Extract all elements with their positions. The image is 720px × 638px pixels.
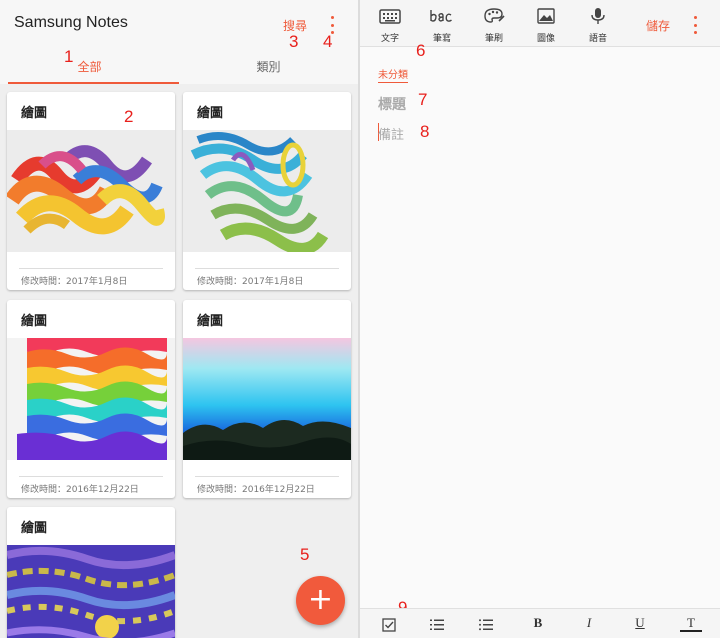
note-card[interactable]: 繪圖 修改時間：2017年1月8日 (7, 92, 175, 290)
annotation-marker: 4 (323, 32, 333, 51)
modified-date: 修改時間：2016年12月22日 (197, 485, 315, 495)
brush-mode-button[interactable]: 筆刷 (474, 0, 514, 46)
checkbox-icon[interactable] (378, 615, 400, 635)
note-title: 繪圖 (197, 314, 224, 329)
editor-toolbar: 文字 筆寫 筆刷 圖像 語音 儲存 (360, 0, 720, 47)
tab-categories[interactable]: 類別 (179, 54, 358, 84)
tab-all[interactable]: 全部 (0, 54, 179, 84)
voice-record-button[interactable]: 語音 (578, 0, 618, 46)
modified-date: 修改時間：2017年1月8日 (197, 277, 304, 287)
tool-label: 語音 (588, 34, 607, 44)
app-title: Samsung Notes (14, 14, 128, 31)
notes-list-pane: Samsung Notes 搜尋 全部 類別 繪圖 修改時間：2017年1月8日… (0, 0, 358, 638)
note-card[interactable]: 繪圖 (7, 507, 175, 638)
bullet-list-icon[interactable] (475, 615, 497, 635)
annotation-marker: 7 (418, 90, 428, 109)
keyboard-icon (379, 9, 401, 24)
annotation-marker: 2 (124, 107, 134, 126)
modified-date: 修改時間：2016年12月22日 (21, 485, 139, 495)
text-mode-button[interactable]: 文字 (370, 0, 410, 46)
note-title: 繪圖 (197, 106, 224, 121)
palette-icon (484, 8, 505, 23)
note-card[interactable]: 繪圖 修改時間：2017年1月8日 (183, 92, 351, 290)
tool-label: 圖像 (536, 34, 555, 44)
numbered-list-icon[interactable] (426, 615, 448, 635)
category-selector[interactable]: 未分類 (378, 66, 408, 83)
note-editor-pane: 文字 筆寫 筆刷 圖像 語音 儲存 未分類 標題 備註 6 7 8 B I U … (360, 0, 720, 638)
annotation-marker: 6 (416, 41, 426, 60)
plus-icon: + (307, 582, 334, 617)
annotation-marker: 3 (289, 32, 299, 51)
note-title: 繪圖 (21, 106, 48, 121)
title-input[interactable]: 標題 (378, 94, 406, 114)
text-color-icon[interactable]: T (680, 615, 702, 632)
image-button[interactable]: 圖像 (526, 0, 566, 46)
format-toolbar: B I U T (360, 608, 720, 638)
annotation-marker: 1 (64, 47, 74, 66)
handwriting-mode-button[interactable]: 筆寫 (422, 0, 462, 46)
microphone-icon (591, 8, 605, 24)
drawing-thumbnail (183, 130, 351, 252)
handwriting-icon (430, 10, 452, 22)
note-card[interactable]: 繪圖 修改時間：2016年12月22日 (183, 300, 351, 498)
note-card[interactable]: 繪圖 修改時間：2016年12月22日 (7, 300, 175, 498)
drawing-thumbnail (183, 338, 351, 460)
tool-label: 筆寫 (432, 34, 451, 44)
italic-icon[interactable]: I (578, 615, 600, 635)
annotation-marker: 5 (300, 545, 310, 564)
memo-input[interactable]: 備註 (378, 124, 404, 143)
tool-label: 筆刷 (484, 34, 503, 44)
modified-date: 修改時間：2017年1月8日 (21, 277, 128, 287)
image-icon (537, 8, 555, 24)
more-options-icon[interactable] (690, 14, 700, 36)
app-bar: Samsung Notes 搜尋 全部 類別 (0, 0, 358, 84)
drawing-thumbnail (7, 130, 175, 252)
underline-icon[interactable]: U (629, 615, 651, 635)
annotation-marker: 8 (420, 122, 430, 141)
add-note-button[interactable]: + (296, 576, 345, 625)
note-title: 繪圖 (21, 521, 48, 536)
note-title: 繪圖 (21, 314, 48, 329)
save-button[interactable]: 儲存 (646, 17, 670, 34)
tool-label: 文字 (380, 34, 399, 44)
bold-icon[interactable]: B (527, 615, 549, 635)
tab-bar: 全部 類別 (0, 54, 358, 84)
drawing-thumbnail (7, 338, 175, 460)
drawing-thumbnail (7, 545, 175, 638)
